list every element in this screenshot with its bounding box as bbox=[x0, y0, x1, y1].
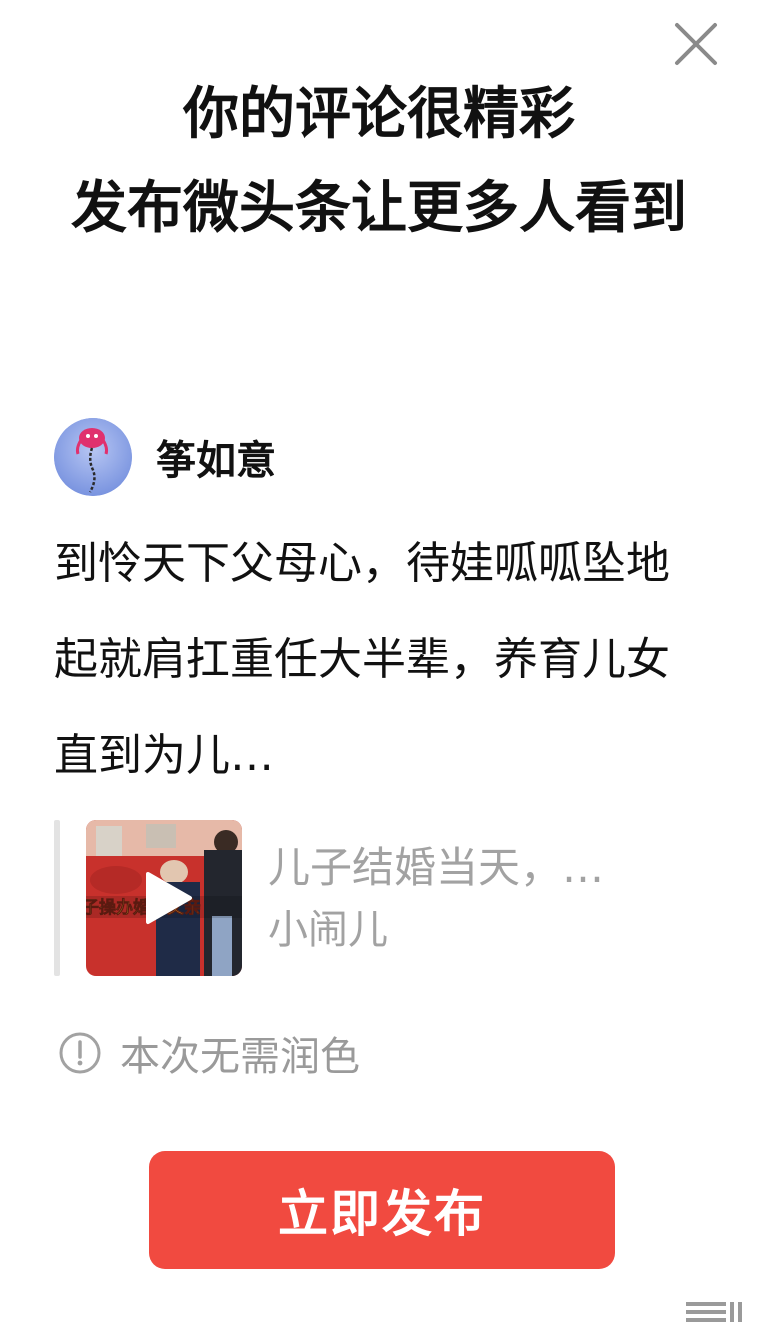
play-icon[interactable] bbox=[136, 868, 196, 928]
polish-notice: 本次无需润色 bbox=[58, 1028, 360, 1080]
quoted-video-title: 儿子结婚当天，… bbox=[268, 843, 605, 892]
info-icon bbox=[58, 1031, 102, 1075]
quoted-video-card[interactable]: 子操办婚礼父亲 儿子结婚当天，… 小闹儿 bbox=[54, 820, 714, 976]
publish-button[interactable]: 立即发布 bbox=[149, 1151, 615, 1269]
author-row: 筝如意 bbox=[54, 418, 276, 496]
quote-info: 儿子结婚当天，… 小闹儿 bbox=[268, 836, 708, 960]
dialog-title: 你的评论很精彩 发布微头条让更多人看到 bbox=[40, 68, 718, 256]
avatar bbox=[54, 418, 132, 496]
comment-text: 到怜天下父母心，待娃呱呱坠地起就肩扛重任大半辈，养育儿女直到为儿… bbox=[54, 538, 670, 781]
title-line-1: 你的评论很精彩 bbox=[183, 82, 575, 147]
quoted-video-source: 小闹儿 bbox=[268, 907, 388, 953]
quote-bar bbox=[54, 820, 60, 976]
notice-text: 本次无需润色 bbox=[120, 1034, 360, 1080]
close-button[interactable] bbox=[668, 16, 724, 72]
video-thumbnail[interactable]: 子操办婚礼父亲 bbox=[86, 820, 242, 976]
author-name: 筝如意 bbox=[156, 438, 276, 484]
corner-menu-icon bbox=[684, 1298, 744, 1328]
close-icon bbox=[675, 23, 717, 65]
kite-avatar-icon bbox=[54, 418, 132, 496]
title-line-2: 发布微头条让更多人看到 bbox=[71, 176, 687, 241]
